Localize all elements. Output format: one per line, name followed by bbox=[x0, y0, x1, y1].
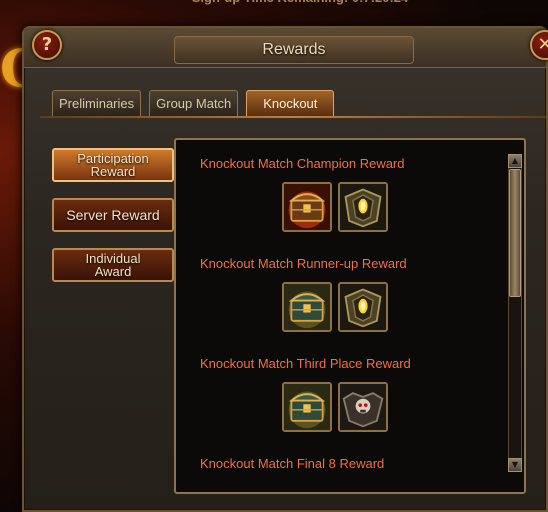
green-treasure-chest-icon[interactable] bbox=[282, 382, 332, 432]
participation-reward-button[interactable]: Participation Reward bbox=[52, 148, 174, 182]
window-title: Rewards bbox=[174, 36, 414, 64]
individual-award-button[interactable]: Individual Award bbox=[52, 248, 174, 282]
server-reward-button[interactable]: Server Reward bbox=[52, 198, 174, 232]
tab-preliminaries[interactable]: Preliminaries bbox=[52, 90, 142, 116]
scroll-thumb[interactable] bbox=[509, 169, 521, 297]
rewards-window: Rewards ? ✕ Preliminaries Group Match Kn… bbox=[22, 26, 548, 512]
red-treasure-chest-icon[interactable] bbox=[282, 182, 332, 232]
reward-title-champion: Knockout Match Champion Reward bbox=[200, 156, 405, 171]
golden-armor-icon[interactable] bbox=[338, 182, 388, 232]
golden-armor-icon[interactable] bbox=[338, 282, 388, 332]
green-treasure-chest-icon[interactable] bbox=[282, 282, 332, 332]
individual-award-label-line2: Award bbox=[94, 264, 132, 279]
reward-title-final-8: Knockout Match Final 8 Reward bbox=[200, 456, 385, 471]
help-button[interactable]: ? bbox=[32, 30, 62, 60]
reward-title-third-place: Knockout Match Third Place Reward bbox=[200, 356, 411, 371]
reward-title-runner-up: Knockout Match Runner-up Reward bbox=[200, 256, 407, 271]
server-reward-label: Server Reward bbox=[66, 206, 160, 223]
tab-divider bbox=[40, 116, 546, 118]
dark-skull-armor-icon[interactable] bbox=[338, 382, 388, 432]
reward-list-scrollbar[interactable]: ▲ ▼ bbox=[508, 154, 522, 472]
title-bar: Rewards bbox=[24, 28, 546, 68]
signup-time-banner: Sign-up Time Remaining: 0:7:20:24 bbox=[150, 0, 450, 9]
participation-reward-label-line2: Reward bbox=[90, 164, 136, 179]
background-logo-letter: C bbox=[0, 39, 42, 100]
tab-knockout[interactable]: Knockout bbox=[246, 90, 335, 116]
scroll-down-button[interactable]: ▼ bbox=[508, 458, 522, 472]
tab-group-match[interactable]: Group Match bbox=[149, 90, 239, 116]
tab-bar: Preliminaries Group Match Knockout bbox=[52, 90, 335, 118]
scroll-up-button[interactable]: ▲ bbox=[508, 154, 522, 168]
reward-list-panel: Knockout Match Champion Reward Knockout … bbox=[174, 138, 526, 494]
